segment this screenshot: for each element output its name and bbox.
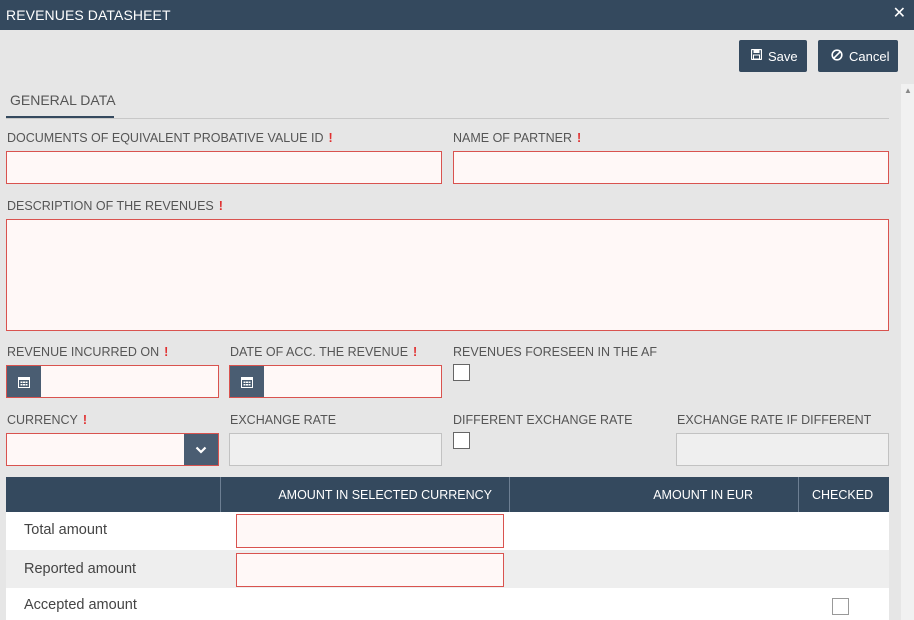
cancel-button-label: Cancel xyxy=(849,48,890,64)
close-icon[interactable]: ✕ xyxy=(893,5,906,23)
exchange-rate-label: EXCHANGE RATE xyxy=(230,413,337,427)
foreseen-checkbox[interactable] xyxy=(453,364,470,381)
incurred-label-text: REVENUE INCURRED ON xyxy=(7,345,160,359)
description-label: DESCRIPTION OF THE REVENUES! xyxy=(7,199,223,213)
rate-if-diff-label: EXCHANGE RATE IF DIFFERENT xyxy=(677,413,872,427)
window-titlebar: REVENUES DATASHEET ✕ xyxy=(0,0,914,30)
required-mark: ! xyxy=(577,131,582,145)
rate-if-diff-input xyxy=(676,433,889,466)
required-mark: ! xyxy=(413,345,418,359)
diff-rate-checkbox[interactable] xyxy=(453,432,470,449)
required-mark: ! xyxy=(328,131,333,145)
table-header-divider xyxy=(798,477,799,512)
calendar-icon[interactable] xyxy=(230,366,264,397)
table-row: Accepted amount xyxy=(6,588,889,620)
partner-label-text: NAME OF PARTNER xyxy=(453,131,572,145)
accepted-checked-checkbox[interactable] xyxy=(832,598,849,615)
table-header-label xyxy=(6,477,220,512)
description-label-text: DESCRIPTION OF THE REVENUES xyxy=(7,199,214,213)
description-textarea[interactable] xyxy=(6,219,889,331)
ban-icon xyxy=(831,48,843,64)
doc-id-label: DOCUMENTS OF EQUIVALENT PROBATIVE VALUE … xyxy=(7,131,333,145)
reported-amount-input[interactable] xyxy=(236,553,504,587)
row-label-reported: Reported amount xyxy=(24,561,137,577)
acc-date-label: DATE OF ACC. THE REVENUE! xyxy=(230,345,417,359)
vertical-scrollbar[interactable] xyxy=(901,84,914,620)
doc-id-input[interactable] xyxy=(6,151,442,184)
required-mark: ! xyxy=(218,199,223,213)
foreseen-label: REVENUES FORESEEN IN THE AF xyxy=(453,345,657,359)
row-label-total: Total amount xyxy=(24,522,108,538)
exchange-rate-input xyxy=(229,433,442,466)
cancel-button[interactable]: Cancel xyxy=(818,40,898,72)
table-header-amount-selected: AMOUNT IN SELECTED CURRENCY xyxy=(278,487,492,502)
partner-label: NAME OF PARTNER! xyxy=(453,131,581,145)
save-button[interactable]: Save xyxy=(739,40,807,72)
window-title: REVENUES DATASHEET xyxy=(6,7,171,23)
tab-divider xyxy=(6,118,889,119)
total-amount-input[interactable] xyxy=(236,514,504,548)
tab-general-data[interactable]: GENERAL DATA xyxy=(10,92,116,108)
incurred-label: REVENUE INCURRED ON! xyxy=(7,345,168,359)
currency-label-text: CURRENCY xyxy=(7,413,78,427)
table-header-amount-eur: AMOUNT IN EUR xyxy=(653,487,753,502)
acc-date-label-text: DATE OF ACC. THE REVENUE xyxy=(230,345,409,359)
save-button-label: Save xyxy=(768,48,798,64)
chevron-down-icon[interactable] xyxy=(184,434,218,465)
required-mark: ! xyxy=(164,345,169,359)
currency-label: CURRENCY! xyxy=(7,413,87,427)
required-mark: ! xyxy=(82,413,88,427)
partner-input[interactable] xyxy=(453,151,889,184)
floppy-disk-icon xyxy=(750,48,763,63)
calendar-icon[interactable] xyxy=(7,366,41,397)
diff-rate-label: DIFFERENT EXCHANGE RATE xyxy=(453,413,633,427)
doc-id-label-text: DOCUMENTS OF EQUIVALENT PROBATIVE VALUE … xyxy=(7,131,324,145)
table-header-checked: CHECKED xyxy=(812,487,874,502)
row-label-accepted: Accepted amount xyxy=(24,597,137,613)
scroll-up-icon[interactable]: ▲ xyxy=(904,87,912,95)
